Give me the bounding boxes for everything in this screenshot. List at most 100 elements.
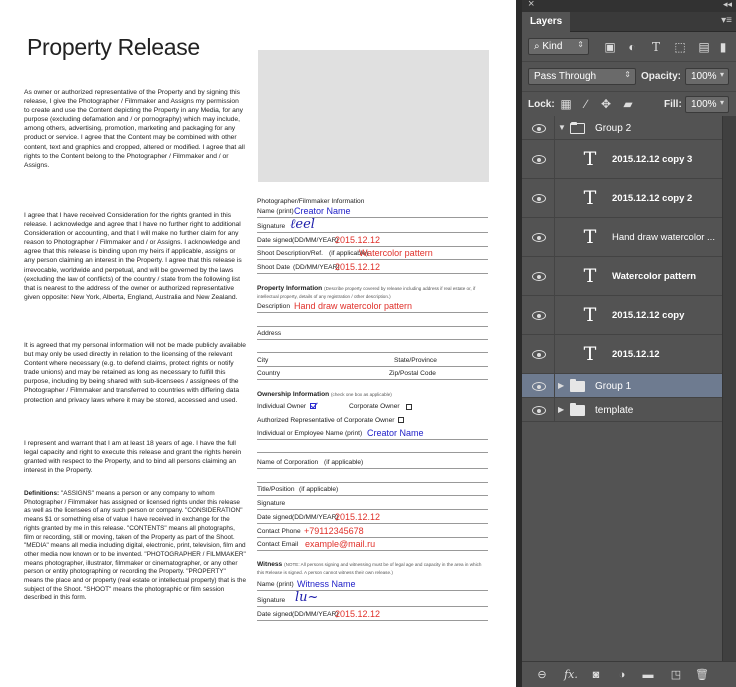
title-position-label: Title/Position xyxy=(257,486,295,493)
shoot-description-label: Shoot Description/Ref. xyxy=(257,250,323,257)
visibility-eye-icon[interactable] xyxy=(532,382,546,391)
layer-text-2[interactable]: T 2015.12.12 copy 2 xyxy=(522,179,722,218)
visibility-eye-icon[interactable] xyxy=(532,311,546,320)
visibility-eye-icon[interactable] xyxy=(532,272,546,281)
folder-open-icon xyxy=(570,122,585,134)
visibility-eye-icon[interactable] xyxy=(532,155,546,164)
layer-group-1[interactable]: ▶ Group 1 xyxy=(522,374,722,398)
ownership-note: (check one box as applicable) xyxy=(331,392,392,397)
disclosure-closed-icon[interactable]: ▶ xyxy=(558,405,564,414)
owner-date-row: Date signed (DD/MM/YEAR) 2015.12.12 xyxy=(257,512,488,524)
column-divider xyxy=(554,398,555,421)
collapse-icon[interactable]: ◂◂ xyxy=(723,0,732,10)
filter-toggle-icon[interactable]: ▮ xyxy=(718,40,728,54)
chevron-updown-icon: ⇕ xyxy=(624,70,631,79)
ownership-header-block: Ownership Information (check one box as … xyxy=(257,391,488,398)
individual-owner-checkbox[interactable] xyxy=(310,403,317,410)
link-icon[interactable]: ⊖ xyxy=(534,668,550,682)
owner-signature-label: Signature xyxy=(257,500,286,507)
property-header: Property Information xyxy=(257,285,323,292)
text-layer-icon: T xyxy=(583,226,597,248)
layer-text-5[interactable]: T 2015.12.12 copy xyxy=(522,296,722,335)
chevron-down-icon: ▾ xyxy=(719,98,724,107)
owner-date-label: Date signed xyxy=(257,514,293,521)
new-group-icon[interactable]: ▬ xyxy=(640,668,656,682)
layers-scrollbar[interactable] xyxy=(722,116,736,661)
property-description-label: Description xyxy=(257,303,290,310)
visibility-eye-icon[interactable] xyxy=(532,124,546,133)
type-filter-icon[interactable]: T xyxy=(648,40,664,54)
authorized-rep-checkbox[interactable] xyxy=(398,417,405,424)
opacity-input[interactable]: 100% ▾ xyxy=(685,68,729,85)
title-position-row: Title/Position (if applicable) xyxy=(257,484,488,496)
text-layer-icon: T xyxy=(583,187,597,209)
corporate-owner-checkbox[interactable] xyxy=(406,404,412,410)
corporation-label: Name of Corporation xyxy=(257,459,319,466)
witness-signature-row: Signature lu~ xyxy=(257,590,488,607)
lock-transparent-icon[interactable]: ▦ xyxy=(558,97,574,111)
photographer-date-row: Date signed (DD/MM/YEAR) 2015.12.12 xyxy=(257,235,488,247)
employee-name-label: Individual or Employee Name (print) xyxy=(257,430,363,437)
contact-email-value: example@mail.ru xyxy=(305,539,376,549)
column-divider xyxy=(554,335,555,373)
column-divider xyxy=(554,296,555,334)
individual-owner-label: Individual Owner xyxy=(257,403,307,410)
visibility-eye-icon[interactable] xyxy=(532,350,546,359)
employee-name-line-2 xyxy=(257,441,488,453)
layer-text-4[interactable]: T Watercolor pattern xyxy=(522,257,722,296)
property-description-value: Hand draw watercolor pattern xyxy=(294,301,413,311)
text-layer-icon: T xyxy=(583,265,597,287)
layer-text-3[interactable]: T Hand draw watercolor ... xyxy=(522,218,722,257)
trash-icon[interactable]: 🗑 xyxy=(694,668,710,682)
smart-object-filter-icon[interactable]: ▤ xyxy=(696,40,712,54)
photographer-signature-row: Signature ℓeel xyxy=(257,217,488,233)
folder-icon xyxy=(570,379,585,392)
close-icon[interactable]: × xyxy=(528,0,534,10)
layer-text-1[interactable]: T 2015.12.12 copy 3 xyxy=(522,140,722,179)
shoot-date-value: 2015.12.12 xyxy=(335,262,381,272)
visibility-eye-icon[interactable] xyxy=(532,233,546,242)
kind-filter-select[interactable]: ⌕ Kind ⇕ xyxy=(528,38,589,55)
new-layer-icon[interactable]: ◳ xyxy=(668,668,684,682)
opacity-label: Opacity: xyxy=(641,71,682,82)
visibility-eye-icon[interactable] xyxy=(532,194,546,203)
disclosure-closed-icon[interactable]: ▶ xyxy=(558,381,564,390)
shape-filter-icon[interactable]: ⬚ xyxy=(672,40,688,54)
layer-text-6[interactable]: T 2015.12.12 xyxy=(522,335,722,374)
lock-all-icon[interactable]: ▰ xyxy=(620,97,636,111)
tab-layers[interactable]: Layers xyxy=(522,12,571,32)
panel-titlebar: × ◂◂ xyxy=(522,0,736,12)
witness-header: Witness xyxy=(257,561,283,568)
witness-date-value: 2015.12.12 xyxy=(335,609,381,619)
layer-group-template[interactable]: ▶ template xyxy=(522,398,722,422)
mask-icon[interactable]: ◙ xyxy=(588,668,604,682)
lock-position-icon[interactable]: ✥ xyxy=(598,97,614,111)
employee-name-row: Individual or Employee Name (print) Crea… xyxy=(257,428,488,440)
photographer-signature-scribble: ℓeel xyxy=(290,217,315,232)
definitions: Definitions: "ASSIGNS" means a person or… xyxy=(24,490,246,603)
layer-name: Watercolor pattern xyxy=(612,271,697,282)
column-divider xyxy=(554,116,555,139)
adjustment-icon[interactable]: ◑ xyxy=(614,668,630,682)
disclosure-open-icon[interactable]: ▼ xyxy=(558,123,566,132)
shoot-date-row: Shoot Date (DD/MM/YEAR) 2015.12.12 xyxy=(257,262,488,274)
fill-input[interactable]: 100% ▾ xyxy=(685,96,729,113)
state-label: State/Province xyxy=(394,357,437,364)
photographer-header: Photographer/Filmmaker Information xyxy=(257,198,365,205)
panel-menu-icon[interactable]: ▾≡ xyxy=(721,15,732,26)
witness-note: (NOTE: All persons signing and witnessin… xyxy=(257,562,482,575)
paragraph-4: I represent and warrant that I am at lea… xyxy=(24,440,242,475)
employee-name-value: Creator Name xyxy=(367,428,424,438)
document-canvas[interactable]: Property Release As owner or authorized … xyxy=(0,0,516,687)
fx-icon[interactable]: fx. xyxy=(560,668,582,682)
visibility-eye-icon[interactable] xyxy=(532,406,546,415)
adjustment-filter-icon[interactable]: ◐ xyxy=(624,40,640,54)
pixel-filter-icon[interactable]: ▣ xyxy=(602,40,618,54)
paragraph-2: I agree that I have received Considerati… xyxy=(24,212,242,301)
panel-tab-row: Layers ▾≡ xyxy=(522,12,736,32)
layer-group-2[interactable]: ▼ Group 2 xyxy=(522,116,722,140)
lock-brush-icon[interactable]: ∕ xyxy=(578,97,594,111)
paragraph-1: As owner or authorized representative of… xyxy=(24,89,245,169)
blend-mode-select[interactable]: Pass Through ⇕ xyxy=(528,68,636,85)
photographer-date-hint: (DD/MM/YEAR) xyxy=(292,237,339,244)
